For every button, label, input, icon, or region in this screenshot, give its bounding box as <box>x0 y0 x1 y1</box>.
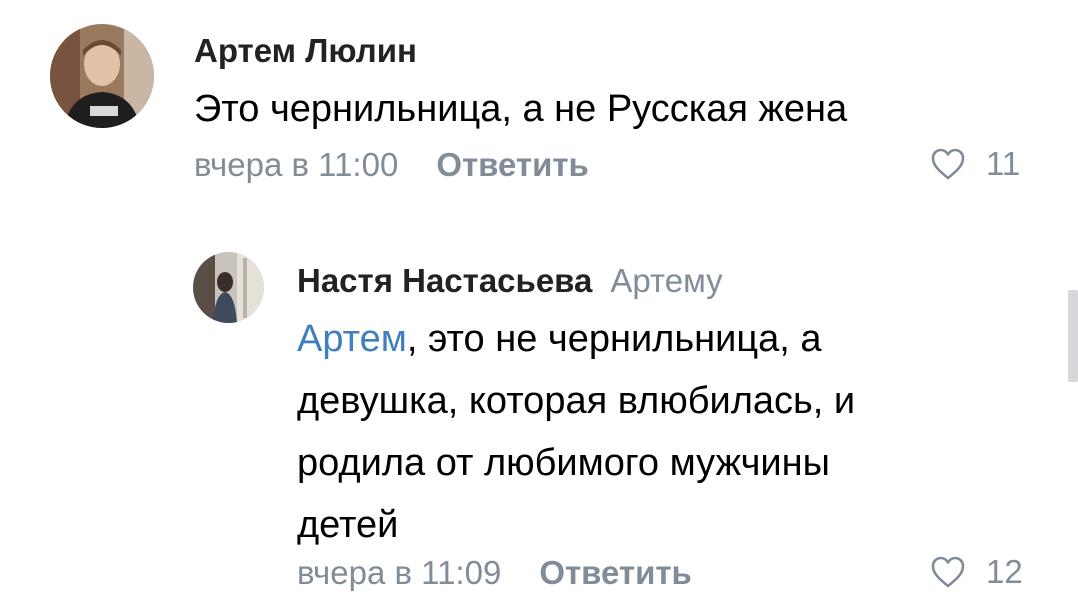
reply-text-line: девушка, которая влюбилась, и <box>297 380 856 422</box>
reply-author[interactable]: Настя Настасьева Артему <box>297 262 723 300</box>
reply-meta: вчера в 11:09 Ответить <box>297 554 692 592</box>
heart-outline-icon <box>931 148 965 180</box>
reply-text-line: родила от любимого мужчины <box>297 442 830 484</box>
reply-text: Артем, это не чернильница, а девушка, ко… <box>297 308 855 556</box>
avatar[interactable] <box>50 24 154 128</box>
comment-text: Это чернильница, а не Русская жена <box>194 88 848 130</box>
reply-time: вчера в 11:09 <box>297 554 502 591</box>
reply-to-label[interactable]: Артему <box>610 262 722 299</box>
reply-button[interactable]: Ответить <box>539 554 692 591</box>
reply-author-name[interactable]: Настя Настасьева <box>297 262 592 299</box>
comment-time: вчера в 11:00 <box>194 146 399 183</box>
reply-text-line: детей <box>297 504 399 546</box>
like-count: 12 <box>986 553 1023 590</box>
scrollbar-thumb[interactable] <box>1068 290 1078 382</box>
mention-link[interactable]: Артем <box>297 318 407 360</box>
reply-button[interactable]: Ответить <box>436 146 589 183</box>
like-button[interactable]: 11 <box>930 145 1020 183</box>
like-count: 11 <box>986 145 1021 182</box>
avatar[interactable] <box>193 252 264 323</box>
comment-author[interactable]: Артем Люлин <box>194 32 417 70</box>
user-photo-icon <box>50 24 154 128</box>
reply-text-line: Артем, это не чернильница, а <box>297 318 822 360</box>
user-photo-icon <box>193 252 264 323</box>
heart-outline-icon <box>931 556 965 588</box>
comment-meta: вчера в 11:00 Ответить <box>194 146 589 184</box>
like-button[interactable]: 12 <box>930 553 1023 591</box>
